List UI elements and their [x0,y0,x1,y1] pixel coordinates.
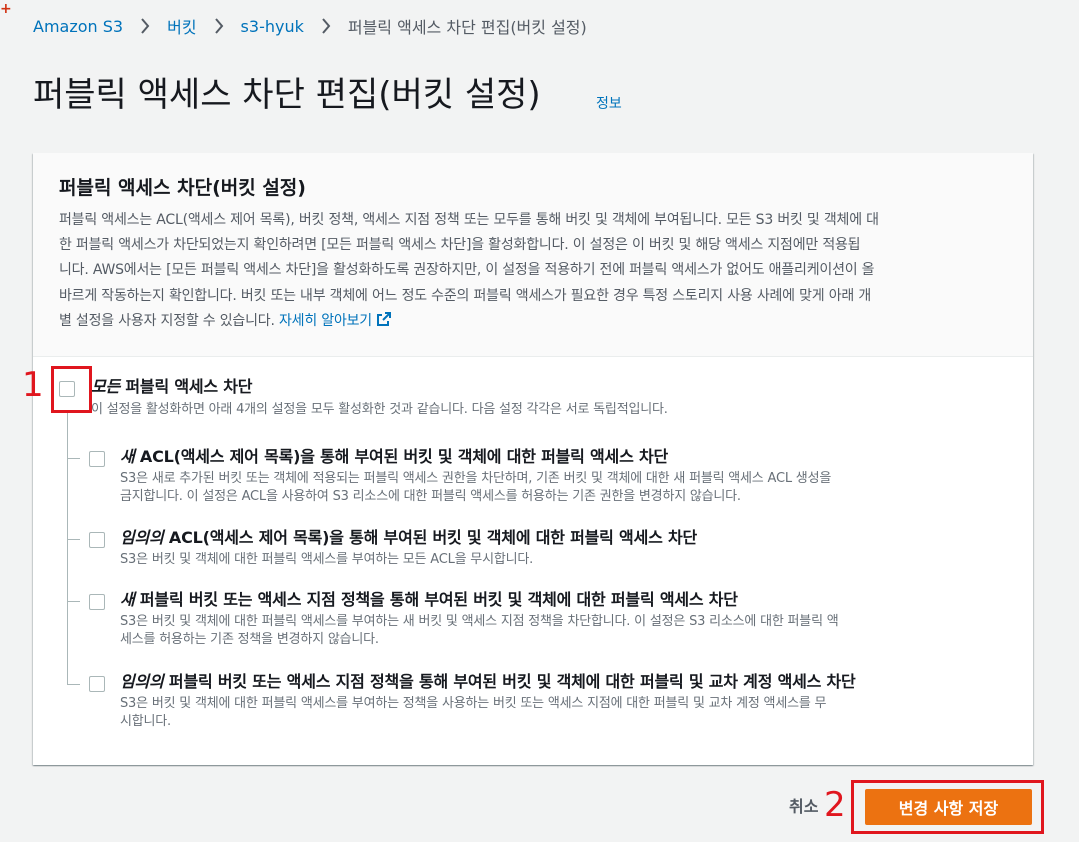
block-any-acls-description: S3은 버킷 및 객체에 대한 퍼블릭 액세스를 부여하는 모든 ACL을 무시… [120,551,1020,569]
option-label-text: 퍼블릭 버킷 또는 액세스 지점 정책을 통해 부여된 버킷 및 객체에 대한 … [134,590,738,609]
annotation-box-1 [51,366,92,413]
panel-header: 퍼블릭 액세스 차단(버킷 설정) 퍼블릭 액세스는 ACL(액세스 제어 목록… [33,153,1033,357]
panel-description-line: 한 퍼블릭 액세스가 차단되었는지 확인하려면 [모든 퍼블릭 액세스 차단]을… [59,237,861,254]
info-link[interactable]: 정보 [596,93,622,113]
option-description-line: 시합니다. [120,714,171,729]
chevron-right-icon [123,14,167,38]
breadcrumb-link-bucket[interactable]: s3-hyuk [241,17,304,36]
breadcrumb-current: 퍼블릭 액세스 차단 편집(버킷 설정) [347,18,587,37]
panel-description-line: 별 설정을 사용자 지정할 수 있습니다. 자세히 알아보기 [59,309,1009,334]
option-label-text: ACL(액세스 제어 목록)을 통해 부여된 버킷 및 객체에 대한 퍼블릭 액… [134,447,669,466]
annotation-number-1: 1 [22,365,44,405]
tree-branch [67,539,80,540]
block-new-policies-checkbox[interactable] [89,594,105,610]
plus-marker: + [0,1,12,17]
block-new-acls-label: 새 ACL(액세스 제어 목록)을 통해 부여된 버킷 및 객체에 대한 퍼블릭… [120,447,668,467]
tree-branch [67,601,80,602]
option-label-text: ACL(액세스 제어 목록)을 통해 부여된 버킷 및 객체에 대한 퍼블릭 액… [163,528,698,547]
cancel-button[interactable]: 취소 [789,793,818,817]
breadcrumb-link-s3[interactable]: Amazon S3 [33,17,123,36]
option-description-line: 금지합니다. 이 설정은 ACL을 사용하여 S3 리소스에 대한 퍼블릭 액세… [120,489,741,504]
tree-line [67,410,68,685]
option-description-line: S3은 버킷 및 객체에 대한 퍼블릭 액세스를 부여하는 새 버킷 및 액세스… [120,614,839,629]
tree-branch [67,458,80,459]
chevron-right-icon [197,14,241,38]
learn-more-label: 자세히 알아보기 [278,312,372,329]
page-title: 퍼블릭 액세스 차단 편집(버킷 설정) [33,75,541,115]
block-any-acls-checkbox[interactable] [89,532,105,548]
block-new-acls-checkbox[interactable] [89,451,105,467]
block-any-policies-label: 임의의 퍼블릭 버킷 또는 액세스 지점 정책을 통해 부여된 버킷 및 객체에… [120,672,856,692]
tree-branch [67,684,80,685]
breadcrumb: Amazon S3 버킷 s3-hyuk 퍼블릭 액세스 차단 편집(버킷 설정… [33,14,587,38]
panel-description-line: 바르게 작동하는지 확인합니다. 버킷 또는 내부 객체에 어느 정도 수준의 … [59,287,872,304]
external-link-icon [376,311,391,326]
option-description-line: S3은 버킷 및 객체에 대한 퍼블릭 액세스를 부여하는 정책을 사용하는 버… [120,696,827,711]
option-description-line: S3은 새로 추가된 버킷 또는 객체에 적용되는 퍼블릭 액세스 권한을 차단… [120,471,832,486]
option-description-line: 세스를 허용하는 기존 정책을 변경하지 않습니다. [120,632,379,647]
chevron-right-icon [304,14,348,38]
block-any-policies-description: S3은 버킷 및 객체에 대한 퍼블릭 액세스를 부여하는 정책을 사용하는 버… [120,695,1020,731]
panel-title: 퍼블릭 액세스 차단(버킷 설정) [59,177,306,199]
panel-description: 퍼블릭 액세스는 ACL(액세스 제어 목록), 버킷 정책, 액세스 지점 정… [59,208,1009,334]
panel-description-line: 니다. AWS에서는 [모든 퍼블릭 액세스 차단]을 활성화하도록 권장하지만… [59,262,875,279]
panel-description-line: 퍼블릭 액세스는 ACL(액세스 제어 목록), 버킷 정책, 액세스 지점 정… [59,212,879,228]
block-all-description: 이 설정을 활성화하면 아래 4개의 설정을 모두 활성화한 것과 같습니다. … [91,402,668,417]
block-any-policies-checkbox[interactable] [89,676,105,692]
option-label-emphasis: 임의의 [120,528,164,547]
learn-more-link[interactable]: 자세히 알아보기 [278,311,392,329]
block-all-label-emphasis: 모든 [91,377,121,396]
block-new-policies-description: S3은 버킷 및 객체에 대한 퍼블릭 액세스를 부여하는 새 버킷 및 액세스… [120,613,1020,649]
option-label-emphasis: 임의의 [120,672,164,691]
block-all-label: 모든 퍼블릭 액세스 차단 [91,377,253,397]
block-any-acls-label: 임의의 ACL(액세스 제어 목록)을 통해 부여된 버킷 및 객체에 대한 퍼… [120,528,697,548]
block-all-label-text: 퍼블릭 액세스 차단 [120,377,253,396]
block-new-acls-description: S3은 새로 추가된 버킷 또는 객체에 적용되는 퍼블릭 액세스 권한을 차단… [120,470,1020,506]
panel-description-text: 별 설정을 사용자 지정할 수 있습니다. [59,312,275,329]
option-description-line: S3은 버킷 및 객체에 대한 퍼블릭 액세스를 부여하는 모든 ACL을 무시… [120,552,534,567]
block-new-policies-label: 새 퍼블릭 버킷 또는 액세스 지점 정책을 통해 부여된 버킷 및 객체에 대… [120,590,738,610]
option-label-text: 퍼블릭 버킷 또는 액세스 지점 정책을 통해 부여된 버킷 및 객체에 대한 … [163,672,856,691]
annotation-box-2 [851,780,1044,834]
breadcrumb-link-buckets[interactable]: 버킷 [167,14,196,38]
option-label-emphasis: 새 [120,590,135,609]
annotation-number-2: 2 [824,785,846,825]
option-label-emphasis: 새 [120,447,135,466]
